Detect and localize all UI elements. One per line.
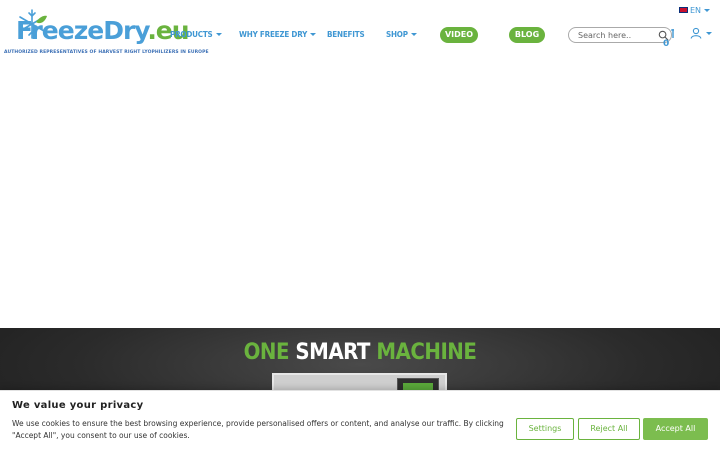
nav-products[interactable]: PRODUCTS: [170, 27, 222, 43]
cookie-accept-all-button[interactable]: Accept All: [643, 418, 708, 440]
nav-blog-button[interactable]: BLOG: [509, 27, 545, 43]
cookie-reject-all-button[interactable]: Reject All: [578, 418, 640, 440]
page: FreezeDry.eu AUTHORIZED REPRESENTATIVES …: [0, 0, 720, 450]
cookie-title: We value your privacy: [12, 400, 144, 411]
nav-why-freeze-dry[interactable]: WHY FREEZE DRY: [239, 27, 317, 43]
nav-shop[interactable]: SHOP: [386, 27, 417, 43]
cookie-text: We use cookies to ensure the best browsi…: [12, 419, 504, 440]
chevron-down-icon: [410, 33, 417, 36]
nav-benefits[interactable]: BENEFITS: [327, 27, 365, 43]
language-selector[interactable]: EN: [679, 5, 711, 17]
site-header: FreezeDry.eu AUTHORIZED REPRESENTATIVES …: [0, 0, 720, 62]
search-box: [568, 27, 672, 43]
site-logo[interactable]: FreezeDry.eu AUTHORIZED REPRESENTATIVES …: [4, 6, 209, 58]
search-input[interactable]: [578, 29, 656, 41]
banner-title: ONE SMART MACHINE: [243, 340, 477, 365]
chevron-down-icon: [215, 33, 222, 36]
user-icon[interactable]: [690, 27, 702, 39]
uk-flag-icon: [679, 6, 688, 13]
logo-wordmark: FreezeDry.eu: [16, 16, 190, 45]
chevron-down-icon: [310, 33, 317, 36]
cart-count-badge: 0: [663, 39, 670, 49]
nav-video-button[interactable]: VIDEO: [440, 27, 478, 43]
chevron-down-icon: [704, 9, 711, 12]
logo-tagline: AUTHORIZED REPRESENTATIVES OF HARVEST RI…: [4, 50, 209, 55]
cookie-settings-button[interactable]: Settings: [516, 418, 574, 440]
chevron-down-icon[interactable]: [706, 32, 712, 35]
